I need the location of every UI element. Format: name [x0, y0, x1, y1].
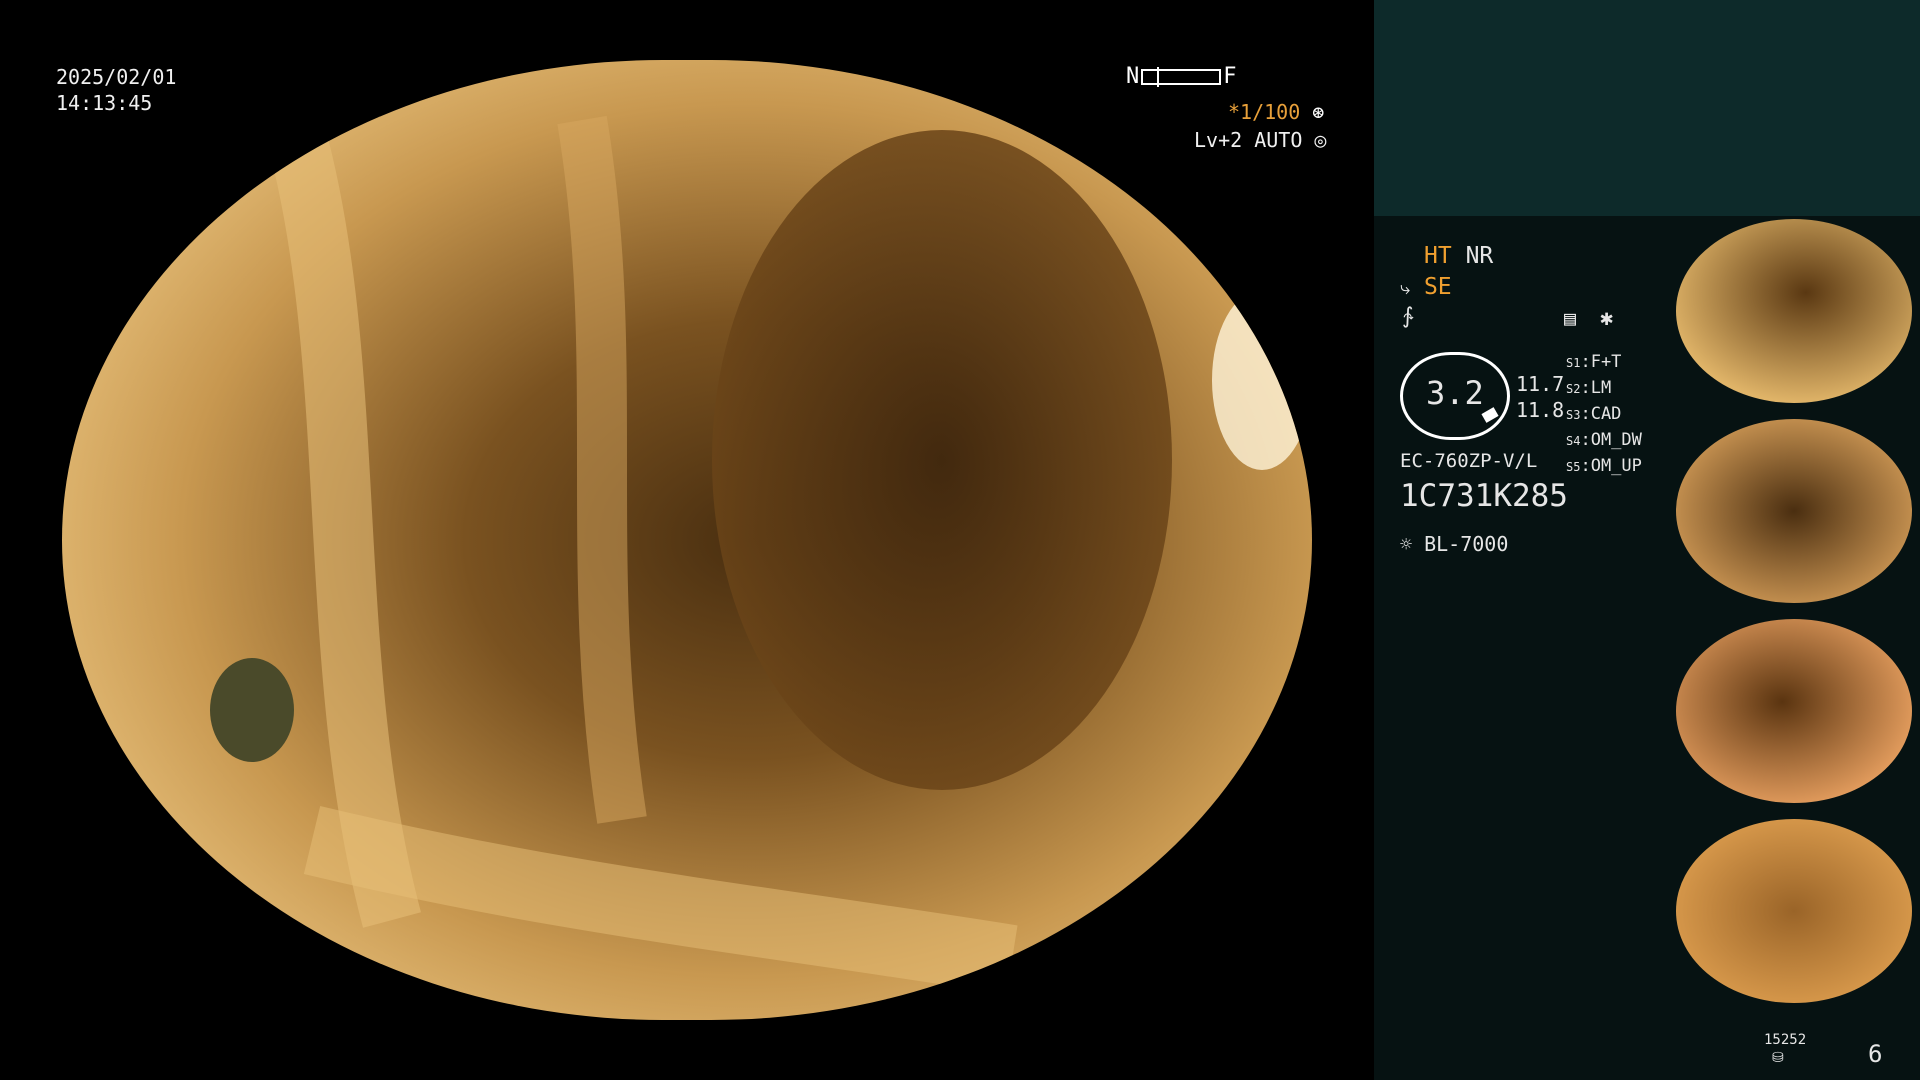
panel-header [1374, 0, 1920, 216]
light-source-text: BL-7000 [1424, 532, 1509, 556]
reading-2: 11.8 [1516, 398, 1565, 422]
asterisk-icon: ✱ [1600, 306, 1614, 331]
mode-line-1: HT NR [1424, 243, 1493, 269]
light-source: ☼ BL-7000 [1400, 532, 1508, 556]
nr-label: NR [1465, 243, 1494, 269]
near-label: N [1126, 64, 1140, 89]
date-text: 2025/02/01 [56, 65, 177, 89]
image-count: 15252 [1764, 1032, 1807, 1048]
memory-icon: ▤ [1564, 306, 1577, 330]
focus-bar [1141, 66, 1222, 87]
thumbnail-1[interactable] [1670, 216, 1918, 406]
switch-s2: S2:LM [1566, 378, 1612, 398]
shutter-text: *1/100 [1228, 100, 1301, 124]
switch-s1: S1:F+T [1566, 352, 1622, 372]
se-label: SE [1423, 274, 1452, 300]
mode-line-2: ⤷ SE [1400, 274, 1452, 300]
structure-icon: ⤷ [1400, 278, 1411, 299]
far-label: F [1223, 64, 1237, 89]
brightness-level: Lv+2 AUTO ◎ [1194, 128, 1326, 152]
serial-number: 1C731K285 [1400, 478, 1568, 514]
datetime: 2025/02/01 14:13:45 [56, 64, 176, 116]
aperture-icon: ⊛ [1312, 100, 1325, 124]
switch-list: S1:F+T S2:LM S3:CAD S4:OM_DW S5:OM_UP [1566, 350, 1642, 480]
thumbnail-3[interactable] [1670, 616, 1918, 806]
reading-1: 11.7 [1516, 372, 1565, 396]
page-number: 6 [1868, 1040, 1883, 1068]
iris-icon: ◎ [1314, 128, 1327, 152]
thumbnail-4[interactable] [1670, 816, 1918, 1006]
enhance-icon: ∱ [1402, 304, 1414, 329]
shutter-speed: *1/100 ⊛ [1228, 100, 1324, 124]
thumbnail-2[interactable] [1670, 416, 1918, 606]
scope-model: EC-760ZP-V/L [1400, 450, 1538, 472]
level-text: Lv+2 AUTO [1194, 128, 1303, 152]
switch-s4: S4:OM_DW [1566, 430, 1642, 450]
storage-icon: ⛁ [1772, 1050, 1784, 1066]
endoscope-view [62, 60, 1312, 1020]
near-far-indicator: N F [1126, 64, 1237, 89]
gauge-value: 3.2 [1426, 374, 1484, 412]
switch-s5: S5:OM_UP [1566, 456, 1642, 476]
time-text: 14:13:45 [56, 91, 153, 115]
switch-s3: S3:CAD [1566, 404, 1622, 424]
ht-label: HT [1424, 243, 1452, 269]
info-panel [1374, 216, 1672, 1080]
light-icon: ☼ [1400, 532, 1413, 556]
